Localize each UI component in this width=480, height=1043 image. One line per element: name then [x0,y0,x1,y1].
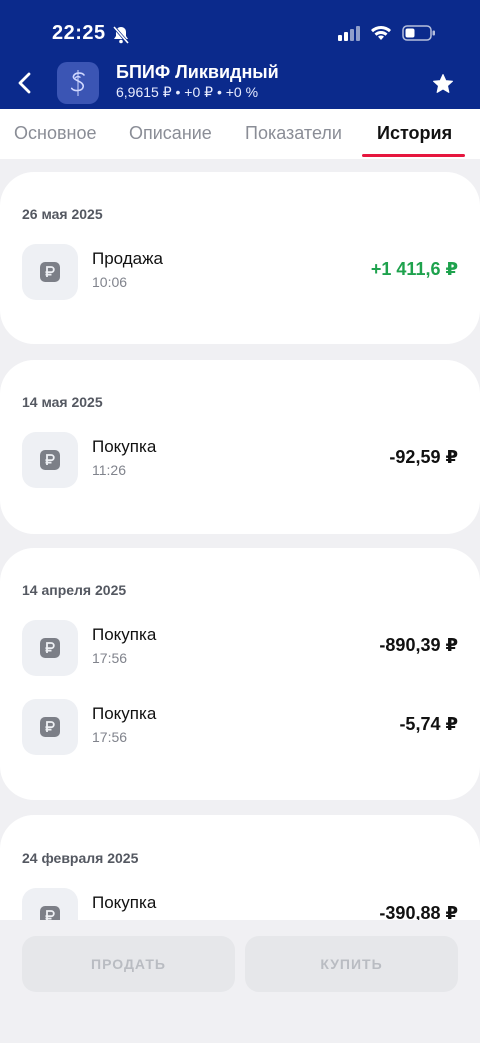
transaction-title: Покупка [92,437,157,456]
transaction-row[interactable]: Покупка 17:56 -890,39 ₽ [0,618,480,678]
navigation-bar: БПИФ Ликвидный 6,9615 ₽ • +0 ₽ • +0 % [0,58,480,108]
tab-history[interactable]: История [377,123,452,144]
history-date: 24 февраля 2025 [22,850,139,866]
back-chevron-icon[interactable] [14,70,38,96]
tab-description[interactable]: Описание [129,123,212,144]
transaction-title: Покупка [92,893,157,912]
transaction-time: 17:56 [92,729,128,745]
active-tab-indicator [362,154,465,157]
fund-price-summary: 6,9615 ₽ • +0 ₽ • +0 % [116,84,259,100]
ruble-icon [22,244,78,300]
fund-title: БПИФ Ликвидный [116,62,279,82]
fund-logo [57,62,99,104]
tab-indicators[interactable]: Показатели [245,123,342,144]
ruble-icon [22,432,78,488]
wifi-icon [370,25,392,46]
cellular-signal-icon [338,25,360,46]
tab-overview[interactable]: Основное [14,123,96,144]
transaction-time: 11:26 [92,462,126,478]
transaction-title: Продажа [92,249,163,268]
history-day-card: 14 апреля 2025 Покупка 17:56 -890,39 ₽ П… [0,548,480,800]
transaction-row[interactable]: Покупка 17:56 -5,74 ₽ [0,697,480,757]
history-date: 14 мая 2025 [22,394,103,410]
transaction-amount: -92,59 ₽ [389,447,458,467]
battery-icon [402,25,436,46]
transaction-time: 17:56 [92,650,128,666]
bell-muted-icon [112,26,130,49]
status-time: 22:25 [52,22,106,44]
ruble-icon [22,620,78,676]
app-header: 22:25 БПИФ Ликвидный 6,9615 ₽ • +0 ₽ • +… [0,0,480,109]
transaction-amount: -5,74 ₽ [399,714,458,734]
transaction-amount: +1 411,6 ₽ [370,259,458,279]
transaction-amount: -890,39 ₽ [379,635,458,655]
history-day-card: 14 мая 2025 Покупка 11:26 -92,59 ₽ [0,360,480,534]
favorite-star-icon[interactable] [432,73,454,100]
history-day-card: 26 мая 2025 Продажа 10:06 +1 411,6 ₽ [0,172,480,344]
transaction-title: Покупка [92,625,157,644]
buy-button[interactable]: КУПИТЬ [245,936,458,992]
history-date: 14 апреля 2025 [22,582,127,598]
transaction-row[interactable]: Продажа 10:06 +1 411,6 ₽ [0,242,480,302]
status-bar: 22:25 [0,22,480,50]
transaction-title: Покупка [92,704,157,723]
sell-button[interactable]: ПРОДАТЬ [22,936,235,992]
ruble-icon [22,699,78,755]
history-date: 26 мая 2025 [22,206,103,222]
transaction-time: 10:06 [92,274,128,290]
transaction-row[interactable]: Покупка 11:26 -92,59 ₽ [0,430,480,490]
action-bar: ПРОДАТЬ КУПИТЬ [0,920,480,1043]
tab-bar: Основное Описание Показатели История [0,109,480,159]
